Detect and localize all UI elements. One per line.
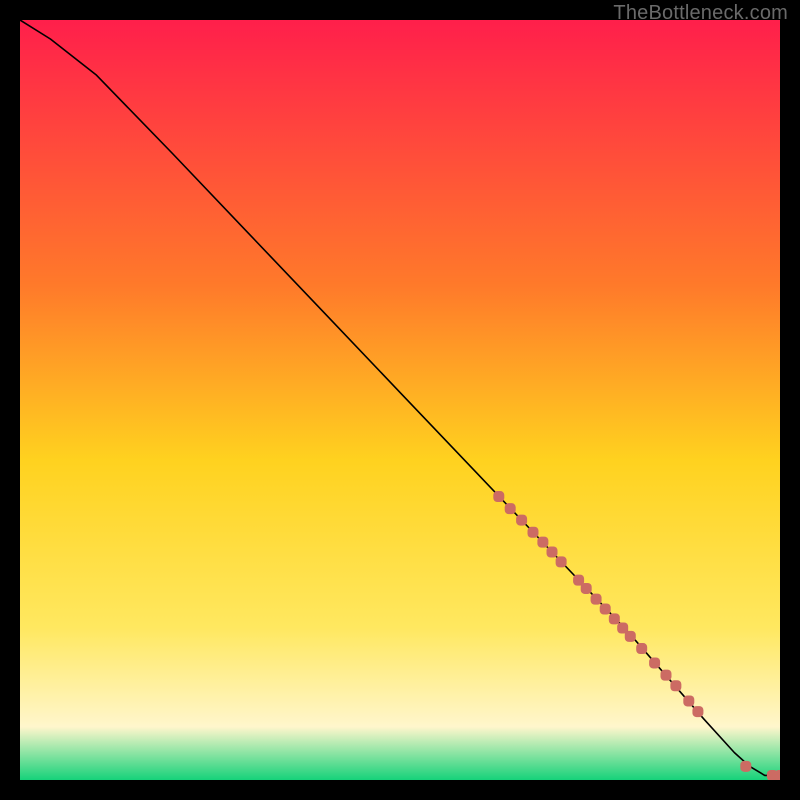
data-marker (591, 594, 602, 605)
data-marker (516, 515, 527, 526)
data-marker (493, 491, 504, 502)
gradient-background (20, 20, 780, 780)
data-marker (692, 706, 703, 717)
data-marker (670, 680, 681, 691)
data-marker (505, 503, 516, 514)
data-marker (636, 643, 647, 654)
chart-stage: TheBottleneck.com (0, 0, 800, 800)
data-marker (537, 537, 548, 548)
data-marker (547, 547, 558, 558)
data-marker (683, 695, 694, 706)
data-marker (609, 613, 620, 624)
data-marker (649, 657, 660, 668)
data-marker (740, 761, 751, 772)
plot-area (20, 20, 780, 780)
data-marker (661, 670, 672, 681)
data-marker (600, 604, 611, 615)
data-marker (625, 631, 636, 642)
data-marker (556, 556, 567, 567)
data-marker (528, 527, 539, 538)
data-marker (581, 583, 592, 594)
chart-svg (20, 20, 780, 780)
